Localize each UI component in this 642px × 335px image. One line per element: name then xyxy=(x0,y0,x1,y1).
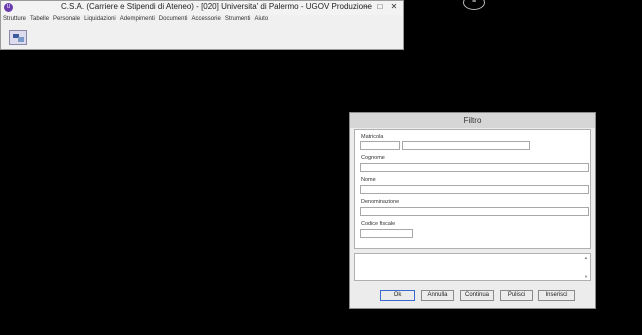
cognome-input[interactable] xyxy=(360,163,589,172)
menu-strumenti[interactable]: Strumenti xyxy=(225,16,251,25)
menu-strutture[interactable]: Strutture xyxy=(3,16,26,25)
minimize-button[interactable]: – xyxy=(359,1,373,13)
window-title: C.S.A. (Carriere e Stipendi di Ateneo) -… xyxy=(61,2,372,11)
pulisci-button[interactable]: Pulisci xyxy=(500,290,533,301)
codice-fiscale-label: Codice fiscale xyxy=(361,221,396,227)
menu-liquidazioni[interactable]: Liquidazioni xyxy=(84,16,116,25)
matricola-input[interactable] xyxy=(360,141,400,150)
menu-icon[interactable]: ≡ xyxy=(463,0,485,10)
close-button[interactable]: ✕ xyxy=(387,1,401,13)
annulla-button[interactable]: Annulla xyxy=(421,290,454,301)
denominazione-label: Denominazione xyxy=(361,199,400,205)
nome-label: Nome xyxy=(361,177,376,183)
matricola-label: Matricola xyxy=(361,134,384,140)
filter-form: Matricola Cognome Nome Denominazione Cod… xyxy=(354,129,591,249)
menu-bar: Strutture Tabelle Personale Liquidazioni… xyxy=(3,16,268,25)
menu-personale[interactable]: Personale xyxy=(53,16,80,25)
ok-button[interactable]: Ok xyxy=(380,290,415,301)
menu-adempimenti[interactable]: Adempimenti xyxy=(120,16,155,25)
menu-aiuto[interactable]: Aiuto xyxy=(255,16,269,25)
app-icon: U xyxy=(4,3,13,12)
message-area[interactable]: ▲ ▼ xyxy=(354,253,591,281)
toolbar-organization-button[interactable] xyxy=(9,30,27,45)
menu-tabelle[interactable]: Tabelle xyxy=(30,16,49,25)
menu-documenti[interactable]: Documenti xyxy=(159,16,188,25)
filter-dialog: Filtro Matricola Cognome Nome Denominazi… xyxy=(349,112,596,309)
denominazione-input[interactable] xyxy=(360,207,589,216)
maximize-button[interactable]: □ xyxy=(373,1,387,13)
inserisci-button[interactable]: Inserisci xyxy=(538,290,575,301)
title-bar: U C.S.A. (Carriere e Stipendi di Ateneo)… xyxy=(1,1,403,15)
csa-main-window: U C.S.A. (Carriere e Stipendi di Ateneo)… xyxy=(0,0,404,50)
continua-button[interactable]: Continua xyxy=(460,290,494,301)
dialog-title: Filtro xyxy=(350,113,595,128)
scroll-up-icon[interactable]: ▲ xyxy=(584,255,588,260)
scroll-down-icon[interactable]: ▼ xyxy=(584,274,588,279)
nome-input[interactable] xyxy=(360,185,589,194)
cognome-label: Cognome xyxy=(361,155,385,161)
menu-accessorie[interactable]: Accessorie xyxy=(191,16,220,25)
matricola-description-input[interactable] xyxy=(402,141,530,150)
codice-fiscale-input[interactable] xyxy=(360,229,413,238)
